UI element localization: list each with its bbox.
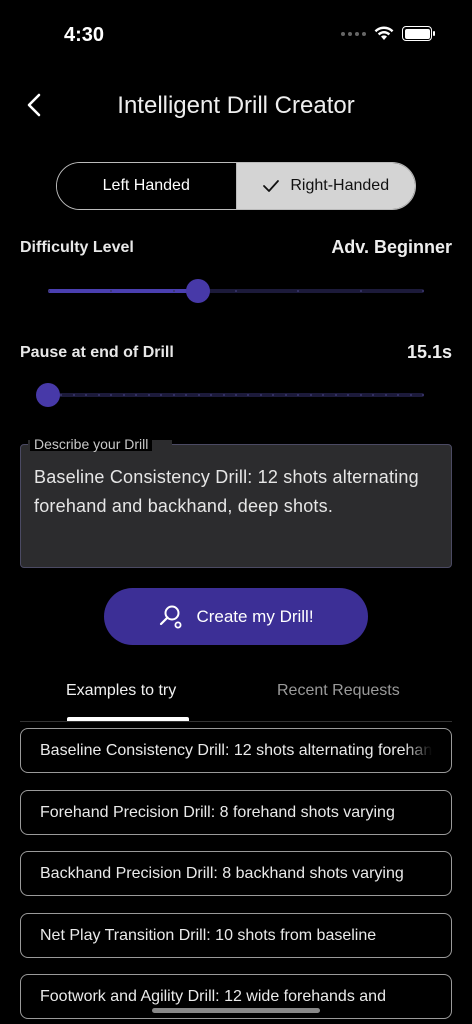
tab-bar: Examples to try Recent Requests xyxy=(20,672,452,722)
status-time: 4:30 xyxy=(64,24,105,46)
drill-description-text[interactable]: Baseline Consistency Drill: 12 shots alt… xyxy=(34,463,444,521)
slider-thumb[interactable] xyxy=(36,383,60,407)
left-handed-option[interactable]: Left Handed xyxy=(57,163,236,209)
right-handed-option[interactable]: Right-Handed xyxy=(235,163,415,209)
create-drill-button[interactable]: Create my Drill! xyxy=(104,588,368,645)
list-item[interactable]: Forehand Precision Drill: 8 forehand sho… xyxy=(20,790,452,835)
tab-examples[interactable]: Examples to try xyxy=(66,682,176,700)
example-text: Net Play Transition Drill: 10 shots from… xyxy=(40,927,377,944)
slider-tick xyxy=(72,394,75,396)
cellular-signal-icon xyxy=(341,31,366,36)
handedness-toggle: Left Handed Right-Handed xyxy=(56,162,416,210)
list-item[interactable]: Net Play Transition Drill: 10 shots from… xyxy=(20,913,452,958)
list-item[interactable]: Backhand Precision Drill: 8 backhand sho… xyxy=(20,851,452,896)
slider-tick xyxy=(222,394,225,396)
create-drill-label: Create my Drill! xyxy=(196,606,314,626)
pause-slider[interactable] xyxy=(36,380,424,410)
wifi-icon xyxy=(374,26,394,40)
difficulty-row: Difficulty Level Adv. Beginner xyxy=(20,237,452,258)
slider-tick xyxy=(422,290,424,292)
example-text: Baseline Consistency Drill: 12 shots alt… xyxy=(40,742,432,759)
slider-tick xyxy=(422,394,424,396)
tab-recent-requests[interactable]: Recent Requests xyxy=(277,682,400,700)
pause-row: Pause at end of Drill 15.1s xyxy=(20,342,452,363)
slider-tick xyxy=(359,394,362,396)
example-text: Forehand Precision Drill: 8 forehand sho… xyxy=(40,804,395,821)
pause-value: 15.1s xyxy=(406,342,452,362)
slider-tick xyxy=(334,394,337,396)
slider-tick xyxy=(309,394,312,396)
example-text: Backhand Precision Drill: 8 backhand sho… xyxy=(40,865,404,882)
battery-icon xyxy=(402,26,435,41)
pause-label: Pause at end of Drill xyxy=(20,343,174,361)
example-text: Footwork and Agility Drill: 12 wide fore… xyxy=(40,988,386,1005)
slider-tick xyxy=(172,290,175,292)
slider-tick xyxy=(409,394,412,396)
slider-tick xyxy=(235,394,237,396)
slider-tick xyxy=(48,290,50,292)
racket-ball-icon xyxy=(160,605,182,628)
home-indicator xyxy=(152,1008,320,1013)
status-bar: 4:30 xyxy=(0,0,472,60)
list-item[interactable]: Baseline Consistency Drill: 12 shots alt… xyxy=(20,728,452,773)
drill-description-label: Describe your Drill xyxy=(30,437,153,451)
difficulty-slider[interactable] xyxy=(48,276,424,306)
slider-tick xyxy=(197,394,200,396)
right-handed-label: Right-Handed xyxy=(290,177,390,194)
slider-tick xyxy=(359,290,362,292)
page-title: Intelligent Drill Creator xyxy=(117,92,355,119)
header: Intelligent Drill Creator xyxy=(0,80,472,132)
left-handed-label: Left Handed xyxy=(102,177,190,194)
slider-tick xyxy=(172,394,175,396)
checkmark-icon xyxy=(263,180,280,192)
status-icons xyxy=(341,26,435,41)
slider-tick xyxy=(235,290,237,292)
slider-tick xyxy=(97,394,100,396)
slider-tick xyxy=(122,394,125,396)
slider-tick xyxy=(284,394,287,396)
active-tab-indicator xyxy=(67,717,189,721)
slider-tick xyxy=(259,394,262,396)
slider-thumb[interactable] xyxy=(186,279,211,303)
difficulty-value: Adv. Beginner xyxy=(331,237,452,257)
difficulty-label: Difficulty Level xyxy=(20,238,134,256)
slider-tick xyxy=(147,394,150,396)
slider-tick xyxy=(384,394,387,396)
slider-track-fill xyxy=(48,289,199,293)
